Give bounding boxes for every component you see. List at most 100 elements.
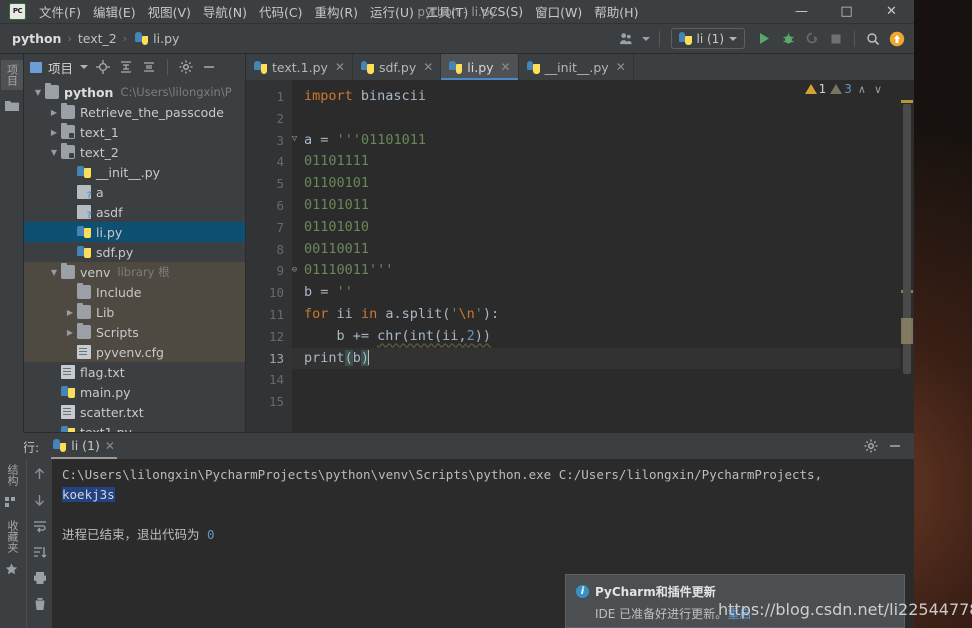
menu-window[interactable]: 窗口(W) bbox=[529, 0, 588, 24]
menu-navigate[interactable]: 导航(N) bbox=[197, 0, 253, 24]
menu-vcs[interactable]: VCS(S) bbox=[474, 1, 529, 22]
tree-item-text_2[interactable]: ▼ text_2 bbox=[24, 142, 245, 162]
tree-item-main.py[interactable]: main.py bbox=[24, 382, 245, 402]
tree-item-a[interactable]: a bbox=[24, 182, 245, 202]
tree-item-flag.txt[interactable]: flag.txt bbox=[24, 362, 245, 382]
soft-wrap-button[interactable] bbox=[31, 517, 49, 535]
chevron-right-icon[interactable]: ▶ bbox=[64, 326, 76, 338]
editor-tab-li-py[interactable]: li.py ✕ bbox=[441, 54, 519, 80]
chevron-down-icon[interactable]: ▼ bbox=[32, 86, 44, 98]
chevron-right-icon[interactable]: ▶ bbox=[48, 126, 60, 138]
tree-item-venv[interactable]: ▼ venv library 根 bbox=[24, 262, 245, 282]
run-button[interactable] bbox=[753, 28, 775, 50]
avatar-dropdown-icon[interactable] bbox=[640, 28, 652, 50]
project-view-dropdown-icon[interactable] bbox=[78, 57, 90, 77]
tree-item-scripts[interactable]: ▶ Scripts bbox=[24, 322, 245, 342]
line-number-10[interactable]: 10 bbox=[246, 282, 292, 304]
minimize-button[interactable]: — bbox=[779, 0, 824, 23]
sort-button[interactable] bbox=[31, 543, 49, 561]
menu-code[interactable]: 代码(C) bbox=[253, 0, 308, 24]
line-number-1[interactable]: 1 bbox=[246, 86, 292, 108]
stop-button[interactable] bbox=[825, 28, 847, 50]
line-number-8[interactable]: 8 bbox=[246, 239, 292, 261]
scroll-down-button[interactable] bbox=[31, 491, 49, 509]
menu-file[interactable]: 文件(F) bbox=[33, 0, 87, 24]
tree-item-pyvenv.cfg[interactable]: pyvenv.cfg bbox=[24, 342, 245, 362]
menu-tools[interactable]: 工具(T) bbox=[420, 0, 474, 24]
breadcrumb-project[interactable]: python bbox=[12, 31, 61, 46]
tree-item-text_1[interactable]: ▶ text_1 bbox=[24, 122, 245, 142]
tree-item-__init__.py[interactable]: __init__.py bbox=[24, 162, 245, 182]
previous-highlight-icon[interactable]: ∧ bbox=[856, 83, 868, 96]
line-number-7[interactable]: 7 bbox=[246, 217, 292, 239]
editor-gutter[interactable]: 1 2 3 ▽ 4 5 6 7 8 9 ⊖ 10 11 12 13 14 15 bbox=[246, 80, 297, 432]
editor-tab-close-icon[interactable]: ✕ bbox=[335, 60, 345, 74]
tree-item-sdf.py[interactable]: sdf.py bbox=[24, 242, 245, 262]
line-number-2[interactable]: 2 bbox=[246, 108, 292, 130]
chevron-down-icon[interactable]: ▼ bbox=[48, 146, 60, 158]
hide-run-panel-icon[interactable] bbox=[884, 435, 906, 457]
debug-button[interactable] bbox=[777, 28, 799, 50]
editor-tab-close-icon[interactable]: ✕ bbox=[423, 60, 433, 74]
menu-refactor[interactable]: 重构(R) bbox=[309, 0, 364, 24]
print-button[interactable] bbox=[31, 569, 49, 587]
close-button[interactable]: ✕ bbox=[869, 0, 914, 23]
hide-panel-icon[interactable] bbox=[199, 57, 219, 77]
chevron-right-icon[interactable]: ▶ bbox=[64, 306, 76, 318]
run-tab-close-icon[interactable]: ✕ bbox=[105, 439, 115, 453]
scroll-up-button[interactable] bbox=[31, 465, 49, 483]
star-icon[interactable] bbox=[5, 563, 19, 577]
editor-tab-sdf-py[interactable]: sdf.py ✕ bbox=[353, 54, 442, 80]
line-number-4[interactable]: 4 bbox=[246, 151, 292, 173]
tree-item-asdf[interactable]: asdf bbox=[24, 202, 245, 222]
editor-tab-text-1-py[interactable]: text.1.py ✕ bbox=[246, 54, 353, 80]
tree-item-lib[interactable]: ▶ Lib bbox=[24, 302, 245, 322]
user-avatar-icon[interactable] bbox=[616, 28, 638, 50]
run-with-coverage-button[interactable] bbox=[801, 28, 823, 50]
editor-tab-close-icon[interactable]: ✕ bbox=[616, 60, 626, 74]
editor-tab-close-icon[interactable]: ✕ bbox=[501, 60, 511, 74]
next-highlight-icon[interactable]: ∨ bbox=[872, 83, 884, 96]
folder-icon[interactable] bbox=[4, 100, 19, 114]
update-available-icon[interactable] bbox=[886, 28, 908, 50]
expand-all-icon[interactable] bbox=[116, 57, 136, 77]
menu-edit[interactable]: 编辑(E) bbox=[87, 0, 142, 24]
gear-icon[interactable] bbox=[176, 57, 196, 77]
editor-scrollbar-track[interactable] bbox=[900, 80, 914, 432]
breadcrumb-folder[interactable]: text_2 bbox=[78, 31, 117, 46]
breadcrumb-file[interactable]: li.py bbox=[153, 31, 179, 46]
run-tab-li[interactable]: li (1) ✕ bbox=[47, 435, 121, 459]
maximize-button[interactable]: □ bbox=[824, 0, 869, 23]
line-number-13[interactable]: 13 bbox=[246, 348, 292, 370]
editor-tab-__init__-py[interactable]: __init__.py ✕ bbox=[519, 54, 634, 80]
line-number-14[interactable]: 14 bbox=[246, 369, 292, 391]
code-content[interactable]: import binascii a = '''01101011 01101111… bbox=[292, 80, 900, 432]
warning-badge[interactable]: 1 bbox=[804, 82, 826, 96]
tool-window-button-favorites[interactable]: 收藏夹 bbox=[1, 516, 23, 557]
chevron-right-icon[interactable]: ▶ bbox=[48, 106, 60, 118]
menu-run[interactable]: 运行(U) bbox=[364, 0, 420, 24]
tree-item-retrieve_the_passcode[interactable]: ▶ Retrieve_the_passcode bbox=[24, 102, 245, 122]
scroll-from-source-icon[interactable] bbox=[93, 57, 113, 77]
menu-view[interactable]: 视图(V) bbox=[142, 0, 197, 24]
line-number-5[interactable]: 5 bbox=[246, 173, 292, 195]
tree-item-python[interactable]: ▼ python C:\Users\lilongxin\P bbox=[24, 82, 245, 102]
line-number-11[interactable]: 11 bbox=[246, 304, 292, 326]
collapse-all-icon[interactable] bbox=[139, 57, 159, 77]
run-configuration-selector[interactable]: li (1) bbox=[670, 28, 745, 49]
project-tree[interactable]: ▼ python C:\Users\lilongxin\P ▶ Retrieve_the… bbox=[24, 80, 245, 432]
menu-help[interactable]: 帮助(H) bbox=[588, 0, 644, 24]
line-number-6[interactable]: 6 bbox=[246, 195, 292, 217]
line-number-15[interactable]: 15 bbox=[246, 391, 292, 413]
line-number-3[interactable]: 3 ▽ bbox=[246, 130, 297, 152]
tree-item-include[interactable]: Include bbox=[24, 282, 245, 302]
line-number-9[interactable]: 9 ⊖ bbox=[246, 260, 297, 282]
info-badge[interactable]: 3 bbox=[830, 82, 852, 96]
structure-icon[interactable] bbox=[5, 496, 19, 510]
tree-item-text1.py[interactable]: text1.py bbox=[24, 422, 245, 432]
line-number-12[interactable]: 12 bbox=[246, 326, 292, 348]
clear-all-button[interactable] bbox=[31, 595, 49, 613]
tool-window-button-project[interactable]: 项目 bbox=[0, 60, 23, 90]
run-settings-gear-icon[interactable] bbox=[860, 435, 882, 457]
tool-window-button-structure[interactable]: 结构 bbox=[1, 460, 23, 490]
